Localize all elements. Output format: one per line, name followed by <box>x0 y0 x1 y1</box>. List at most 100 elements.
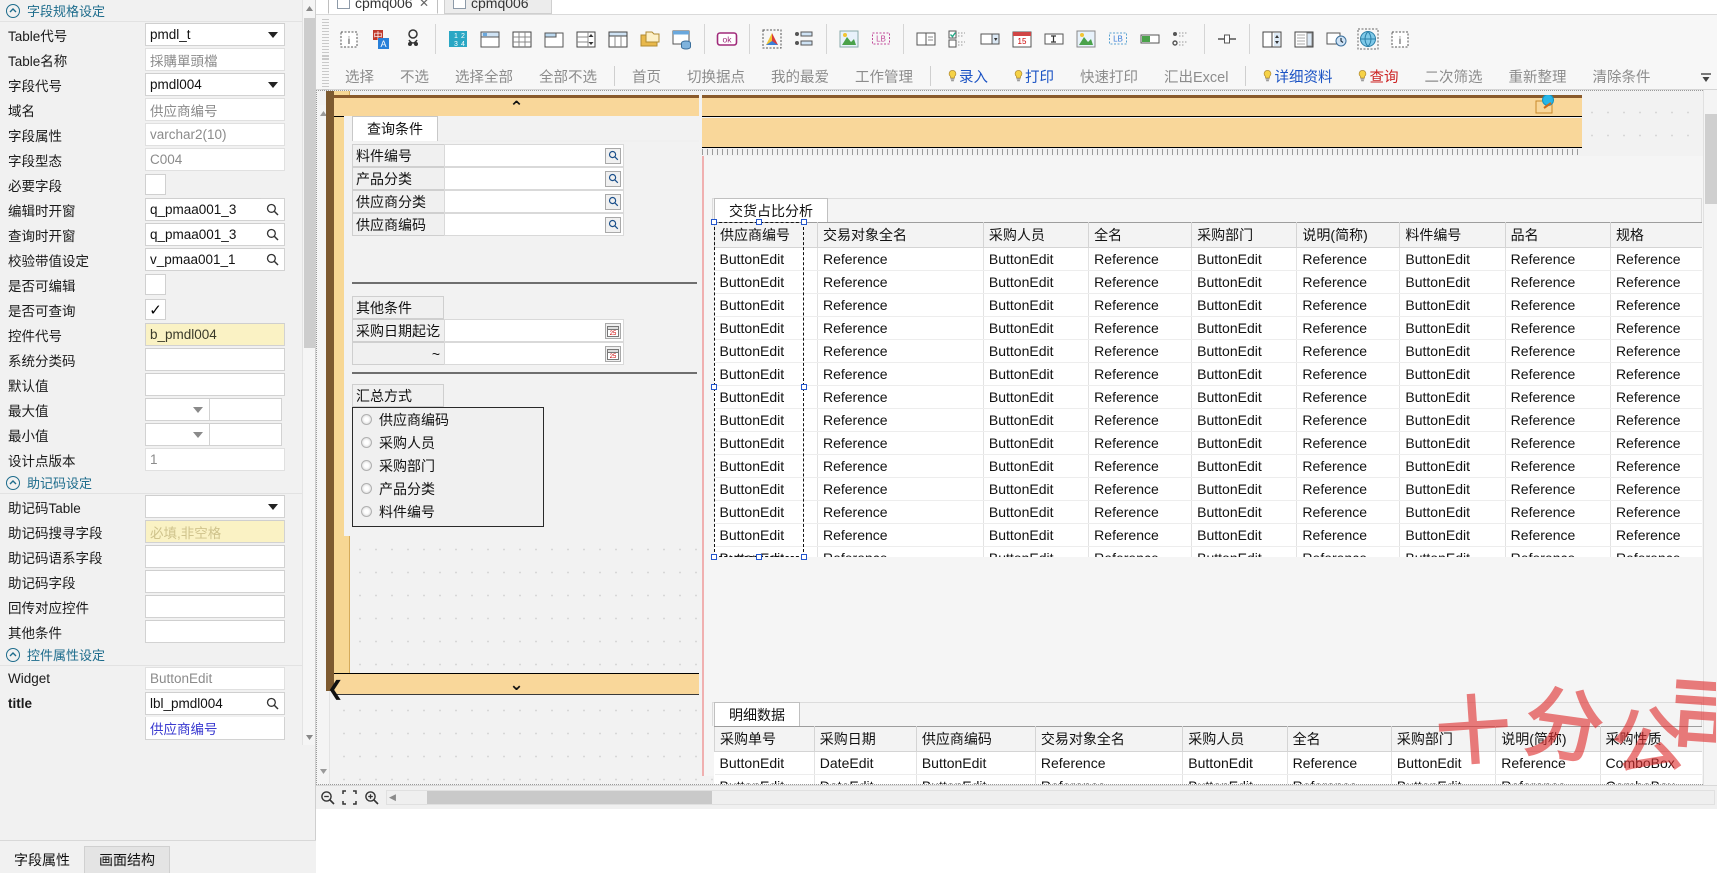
text-input-icon[interactable] <box>1039 23 1069 55</box>
detail-grid-container[interactable]: 采购单号 采购日期 供应商编码 交易对象全名 采购人员 全名 采购部门 说明(简称) 采购性质 B… <box>714 726 1702 784</box>
table-cell[interactable]: Reference <box>816 270 984 294</box>
selection-handle[interactable] <box>801 219 807 225</box>
table-cell[interactable]: Reference <box>1504 270 1611 294</box>
table-cell[interactable]: Reference <box>1504 546 1611 557</box>
command-3[interactable]: 全部不选 <box>526 66 610 87</box>
table-cell[interactable]: ButtonEdit <box>915 774 1036 784</box>
search-icon[interactable] <box>605 193 621 210</box>
table-cell[interactable]: ButtonEdit <box>982 431 1090 455</box>
scroll-thumb[interactable] <box>427 791 712 804</box>
field-2-combo[interactable]: pmdl004 <box>145 73 285 96</box>
splitter-icon[interactable] <box>1257 23 1287 55</box>
table-cell[interactable]: Reference <box>1609 431 1702 455</box>
column-header-3[interactable]: 全名 <box>1088 222 1193 248</box>
canvas-vertical-scrollbar[interactable] <box>1703 90 1717 785</box>
command-10[interactable]: 录入 <box>935 66 1001 87</box>
doc-tab-active[interactable]: cpmq006 ✕ <box>328 0 438 14</box>
table-cell[interactable]: Reference <box>1088 385 1193 409</box>
table-cell[interactable]: ButtonEdit <box>1399 385 1506 409</box>
table-cell[interactable]: Reference <box>1296 385 1401 409</box>
table-cell[interactable]: Reference <box>1495 751 1601 775</box>
command-7[interactable]: 我的最爱 <box>758 66 842 87</box>
db-window-icon[interactable] <box>667 23 697 55</box>
toolbar-grip[interactable] <box>322 19 329 59</box>
table-cell[interactable]: ButtonEdit <box>714 362 818 386</box>
table-cell[interactable]: ButtonEdit <box>1191 316 1298 340</box>
table-cell[interactable]: Reference <box>1609 546 1702 557</box>
table-cell[interactable]: Reference <box>1296 431 1401 455</box>
field-12-input[interactable]: b_pmdl004 <box>145 323 285 346</box>
tab-query-condition[interactable]: 查询条件 <box>352 116 438 141</box>
table-cell[interactable]: ButtonEdit <box>982 339 1090 363</box>
command-6[interactable]: 切换据点 <box>674 66 758 87</box>
tab-detail-data[interactable]: 明细数据 <box>714 702 800 726</box>
table-cell[interactable]: Reference <box>1495 774 1601 784</box>
table-cell[interactable]: Reference <box>1296 270 1401 294</box>
color-picker-icon[interactable] <box>757 23 787 55</box>
table-cell[interactable]: Reference <box>1609 454 1702 478</box>
table-cell[interactable]: ButtonEdit <box>1399 247 1506 271</box>
table-cell[interactable]: Reference <box>1609 270 1702 294</box>
table-cell[interactable]: Reference <box>1609 408 1702 432</box>
search-icon[interactable] <box>605 170 621 187</box>
selection-handle[interactable] <box>756 554 762 560</box>
column-header-7[interactable]: 说明(简称) <box>1495 726 1601 752</box>
columns-grid-icon[interactable] <box>603 23 633 55</box>
table-cell[interactable]: ButtonEdit <box>1182 774 1288 784</box>
spin-icon[interactable] <box>1212 23 1242 55</box>
command-1[interactable]: 不选 <box>387 66 442 87</box>
column-header-2[interactable]: 供应商编码 <box>915 726 1036 752</box>
table-cell[interactable]: Reference <box>1504 247 1611 271</box>
ok-button-icon[interactable]: ok <box>712 23 742 55</box>
column-header-8[interactable]: 采购性质 <box>1599 726 1702 752</box>
table-cell[interactable]: ButtonEdit <box>714 774 815 784</box>
table-cell[interactable]: DateEdit <box>813 751 917 775</box>
column-header-7[interactable]: 品名 <box>1504 222 1611 248</box>
table-cell[interactable]: ButtonEdit <box>982 270 1090 294</box>
table-cell[interactable]: ButtonEdit <box>1399 339 1506 363</box>
column-header-5[interactable]: 说明(简称) <box>1296 222 1401 248</box>
table-cell[interactable]: ButtonEdit <box>1182 751 1288 775</box>
query-field-input[interactable] <box>444 144 624 167</box>
table-cell[interactable]: ButtonEdit <box>1191 408 1298 432</box>
table-cell[interactable]: ButtonEdit <box>714 316 818 340</box>
table-cell[interactable]: ButtonEdit <box>1191 454 1298 478</box>
table-cell[interactable]: ButtonEdit <box>1191 431 1298 455</box>
calendar-icon[interactable]: 25 <box>605 345 621 362</box>
table-cell[interactable]: ButtonEdit <box>1399 362 1506 386</box>
table-row[interactable]: ButtonEditReferenceButtonEditReferenceBu… <box>714 454 1702 478</box>
calendar-icon[interactable]: 25 <box>605 322 621 339</box>
field-3-input[interactable] <box>145 570 285 593</box>
table-cell[interactable]: ButtonEdit <box>1191 477 1298 501</box>
table-cell[interactable]: ButtonEdit <box>1191 270 1298 294</box>
table-cell[interactable]: ButtonEdit <box>1191 339 1298 363</box>
table-cell[interactable]: Reference <box>1609 477 1702 501</box>
table-cell[interactable]: ButtonEdit <box>1191 546 1298 557</box>
field-9-input[interactable]: v_pmaa001_1 <box>145 248 261 271</box>
table-cell[interactable]: ButtonEdit <box>714 500 818 524</box>
command-15[interactable]: 详细资料 <box>1250 66 1345 87</box>
progress-icon[interactable] <box>1135 23 1165 55</box>
two-pane-icon[interactable] <box>911 23 941 55</box>
table-cell[interactable]: Reference <box>1609 316 1702 340</box>
table-cell[interactable]: ButtonEdit <box>982 546 1090 557</box>
main-grid-container[interactable]: 供应商编号 交易对象全名 采购人员 全名 采购部门 说明(简称) 料件编号 品名 规格 Butto… <box>714 222 1702 557</box>
table-cell[interactable]: ButtonEdit <box>982 293 1090 317</box>
table-cell[interactable]: Reference <box>1609 339 1702 363</box>
table-cell[interactable]: ButtonEdit <box>982 247 1090 271</box>
date-field-input[interactable]: 25 <box>444 319 624 342</box>
left-tab-1[interactable]: 画面结构 <box>84 846 170 873</box>
table-cell[interactable]: ComboBox <box>1599 774 1702 784</box>
table-cell[interactable]: Reference <box>1296 316 1401 340</box>
numeric-grid-icon[interactable]: 1234 <box>443 23 473 55</box>
table-row[interactable]: ButtonEditDateEditButtonEditReferenceBut… <box>714 751 1702 775</box>
column-header-1[interactable]: 采购日期 <box>813 726 917 752</box>
table-cell[interactable]: ButtonEdit <box>1191 293 1298 317</box>
table-cell[interactable]: Reference <box>816 431 984 455</box>
table-cell[interactable]: Reference <box>816 385 984 409</box>
scroll-up-icon[interactable] <box>303 0 315 16</box>
selection-handle[interactable] <box>801 554 807 560</box>
table-cell[interactable]: Reference <box>1504 477 1611 501</box>
table-cell[interactable]: Reference <box>1088 500 1193 524</box>
table-cell[interactable]: ButtonEdit <box>1399 477 1506 501</box>
